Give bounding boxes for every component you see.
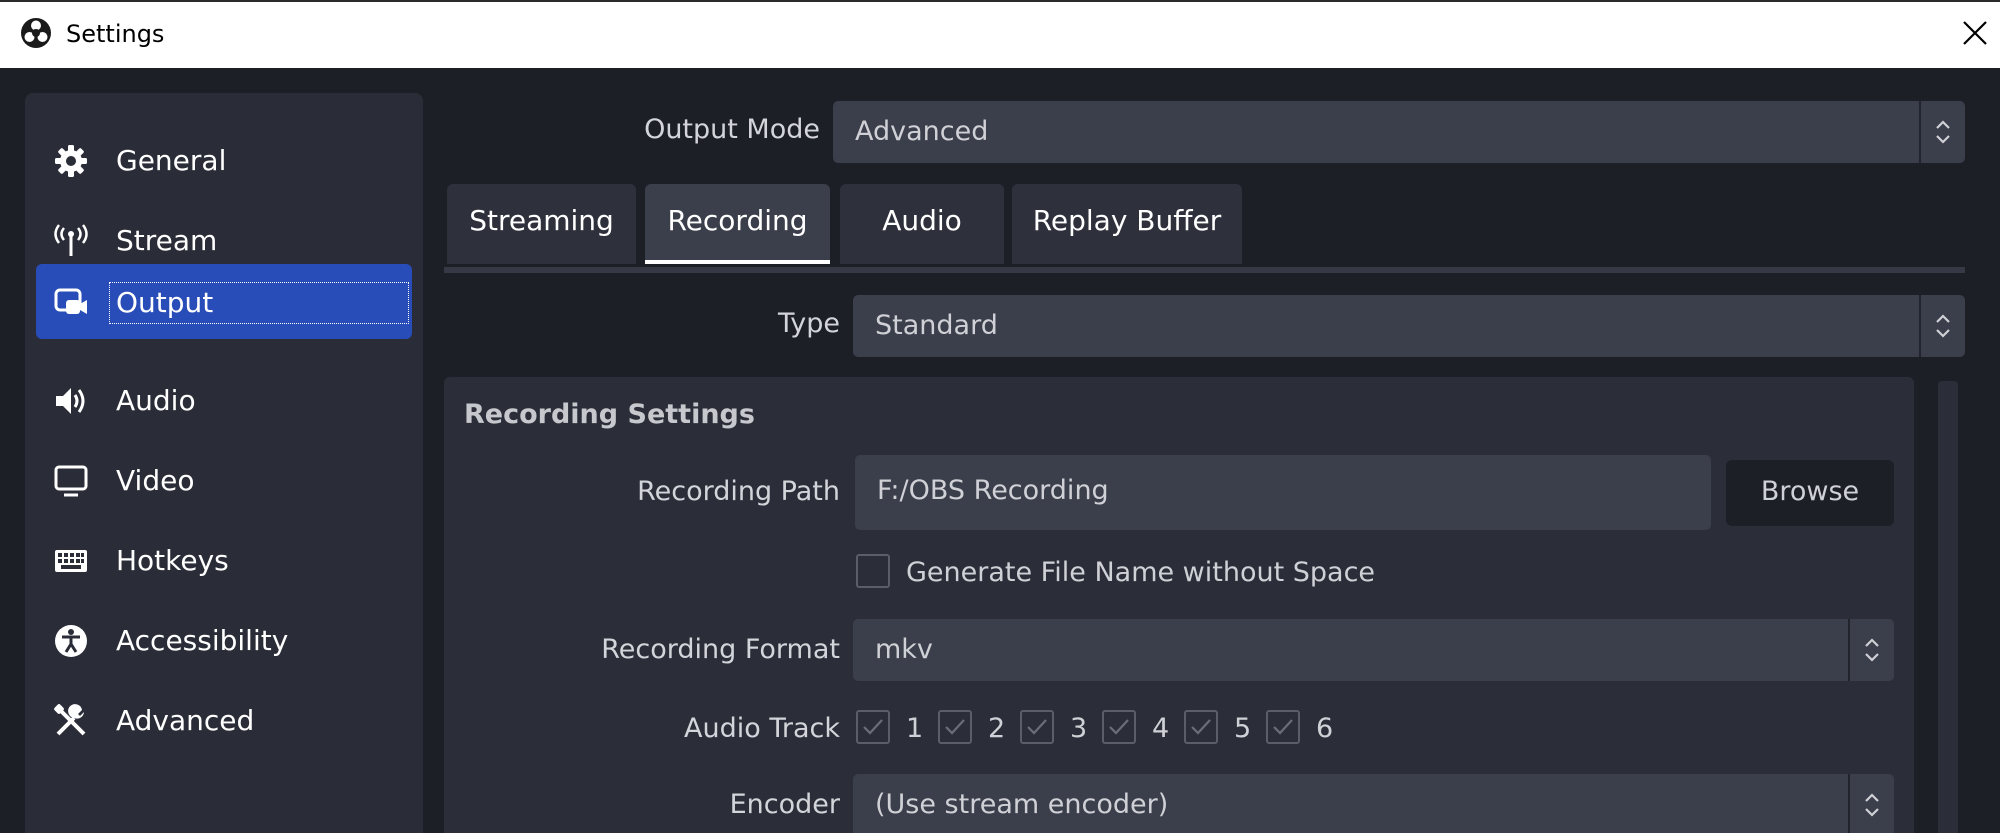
audio-track-5-checkbox[interactable] (1184, 710, 1218, 744)
sidebar-item-label: Hotkeys (116, 544, 229, 577)
spin-arrows-icon (1919, 295, 1965, 357)
broadcast-icon (54, 224, 88, 256)
encoder-value: (Use stream encoder) (875, 789, 1169, 820)
sidebar-item-output[interactable]: Output (36, 264, 412, 339)
sidebar-item-advanced[interactable]: Advanced (36, 682, 412, 757)
monitor-icon (54, 465, 88, 497)
close-icon[interactable] (1960, 18, 1990, 48)
obs-logo-icon (21, 18, 51, 48)
sidebar-item-video[interactable]: Video (36, 442, 412, 517)
recording-path-input[interactable]: F:/OBS Recording (855, 455, 1711, 530)
no-space-checkbox[interactable] (856, 554, 890, 588)
audio-track-5-label: 5 (1234, 713, 1252, 744)
type-select[interactable]: Standard (853, 295, 1965, 357)
keyboard-icon (55, 550, 87, 572)
encoder-select[interactable]: (Use stream encoder) (853, 774, 1894, 833)
spin-arrows-icon (1848, 774, 1894, 833)
output-mode-label: Output Mode (644, 114, 820, 145)
audio-track-4-label: 4 (1152, 713, 1170, 744)
audio-track-1-checkbox[interactable] (856, 710, 890, 744)
output-mode-value: Advanced (855, 116, 989, 147)
tab-label: Replay Buffer (1032, 204, 1222, 237)
audio-track-6-checkbox[interactable] (1266, 710, 1300, 744)
audio-track-3-label: 3 (1070, 713, 1088, 744)
sidebar-item-general[interactable]: General (36, 122, 412, 197)
type-value: Standard (875, 310, 998, 341)
audio-track-label: Audio Track (684, 713, 840, 744)
audio-track-2-checkbox[interactable] (938, 710, 972, 744)
tab-replay-buffer[interactable]: Replay Buffer (1012, 184, 1242, 264)
settings-sidebar: General Stream Output Audio Video Hotkey… (25, 93, 423, 833)
audio-track-2-label: 2 (988, 713, 1006, 744)
spin-arrows-icon (1848, 619, 1894, 681)
audio-track-4-checkbox[interactable] (1102, 710, 1136, 744)
tab-recording[interactable]: Recording (645, 184, 830, 264)
tab-label: Streaming (469, 204, 614, 237)
sidebar-item-audio[interactable]: Audio (36, 362, 412, 437)
no-space-label: Generate File Name without Space (906, 557, 1376, 588)
output-mode-select[interactable]: Advanced (833, 101, 1965, 163)
encoder-label: Encoder (729, 789, 840, 820)
tab-audio[interactable]: Audio (840, 184, 1004, 264)
type-label: Type (777, 308, 840, 339)
accessibility-icon (55, 625, 87, 657)
sidebar-item-label: Output (109, 282, 409, 324)
speaker-icon (56, 388, 85, 414)
recording-settings-panel: Recording Settings (444, 377, 1914, 833)
sidebar-item-label: General (116, 144, 227, 177)
active-tab-indicator (645, 260, 830, 264)
gear-icon (55, 145, 87, 177)
output-icon (54, 288, 87, 314)
tab-streaming[interactable]: Streaming (447, 184, 636, 264)
audio-track-3-checkbox[interactable] (1020, 710, 1054, 744)
tab-divider (444, 267, 1965, 273)
sidebar-item-label: Accessibility (116, 624, 289, 657)
sidebar-item-hotkeys[interactable]: Hotkeys (36, 522, 412, 597)
sidebar-item-label: Stream (116, 224, 218, 257)
panel-title: Recording Settings (464, 399, 755, 430)
audio-track-6-label: 6 (1316, 713, 1334, 744)
tools-icon (54, 704, 86, 736)
browse-button[interactable]: Browse (1726, 460, 1894, 526)
sidebar-item-label: Advanced (116, 704, 255, 737)
tab-label: Audio (882, 204, 962, 237)
browse-button-label: Browse (1760, 476, 1860, 507)
audio-track-1-label: 1 (906, 713, 924, 744)
window-title: Settings (66, 20, 165, 48)
recording-format-select[interactable]: mkv (853, 619, 1894, 681)
sidebar-item-label: Video (116, 464, 195, 497)
title-bar: Settings (0, 0, 2000, 68)
panel-scrollbar[interactable] (1938, 381, 1958, 833)
recording-path-value: F:/OBS Recording (877, 475, 1109, 506)
tab-label: Recording (667, 204, 808, 237)
spin-arrows-icon (1919, 101, 1965, 163)
sidebar-item-accessibility[interactable]: Accessibility (36, 602, 412, 677)
recording-path-label: Recording Path (637, 476, 840, 507)
sidebar-item-label: Audio (116, 384, 196, 417)
recording-format-label: Recording Format (601, 634, 840, 665)
recording-format-value: mkv (875, 634, 933, 665)
